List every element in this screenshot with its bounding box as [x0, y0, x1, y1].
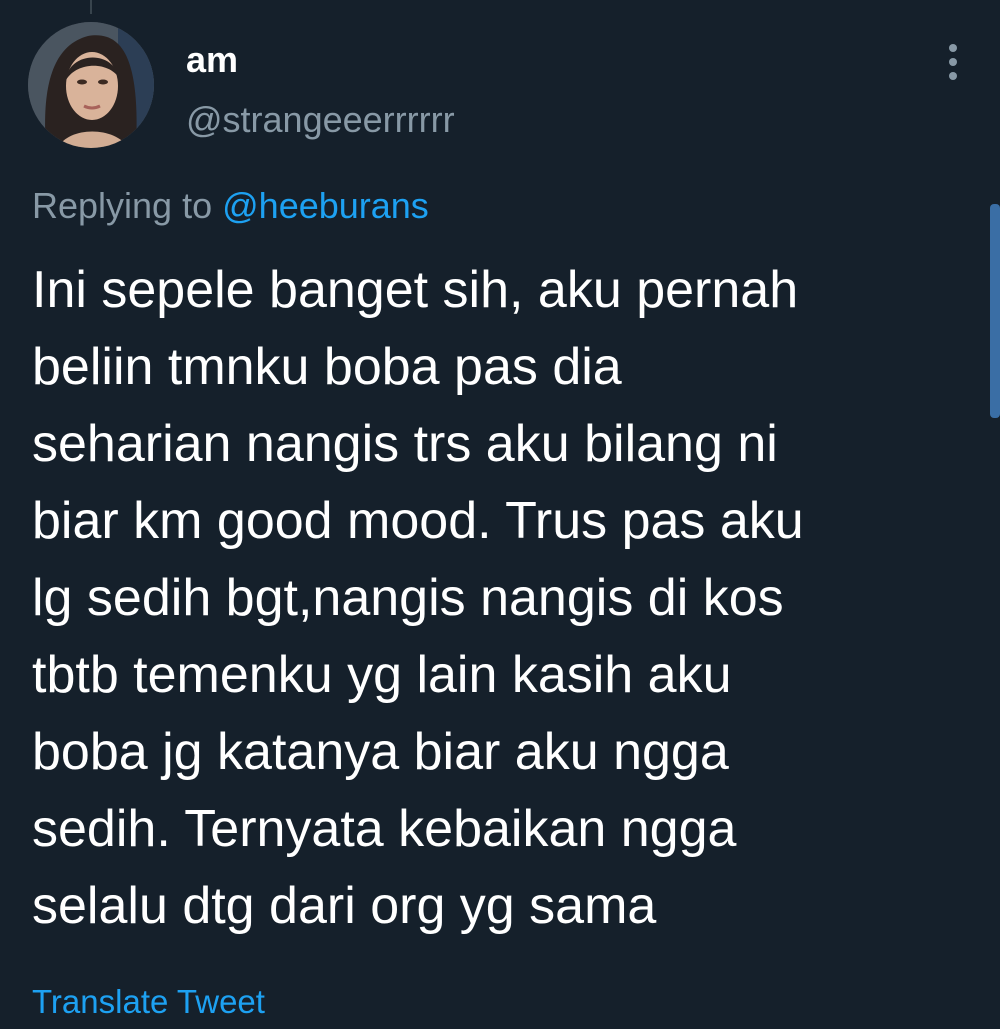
reply-to-mention-link[interactable]: @heeburans	[222, 185, 429, 226]
more-options-icon[interactable]	[936, 40, 970, 84]
tweet-text-line: sedih. Ternyata kebaikan ngga	[32, 800, 737, 858]
dot	[949, 58, 957, 66]
tweet-text-line: seharian nangis trs aku bilang ni	[32, 415, 778, 473]
avatar[interactable]	[28, 22, 154, 148]
dot	[949, 72, 957, 80]
reply-prefix: Replying to	[32, 185, 213, 226]
tweet-text-line: beliin tmnku boba pas dia	[32, 338, 622, 396]
tweet-text: Ini sepele banget sih, aku pernah beliin…	[32, 252, 982, 945]
tweet-text-line: biar km good mood. Trus pas aku	[32, 492, 804, 550]
avatar-image	[28, 22, 154, 148]
tweet-text-line: boba jg katanya biar aku ngga	[32, 723, 729, 781]
thread-connector-line	[90, 0, 92, 14]
tweet-text-line: lg sedih bgt,nangis nangis di kos	[32, 569, 784, 627]
display-name[interactable]: am	[186, 38, 238, 82]
user-handle[interactable]: @strangeeerrrrrr	[186, 98, 455, 142]
scrollbar-thumb[interactable]	[990, 204, 1000, 418]
replying-to: Replying to @heeburans	[32, 184, 429, 228]
dot	[949, 44, 957, 52]
translate-tweet-link[interactable]: Translate Tweet	[32, 980, 265, 1024]
tweet-text-line: tbtb temenku yg lain kasih aku	[32, 646, 732, 704]
tweet-text-line: Ini sepele banget sih, aku pernah	[32, 261, 799, 319]
tweet-text-line: selalu dtg dari org yg sama	[32, 877, 657, 935]
